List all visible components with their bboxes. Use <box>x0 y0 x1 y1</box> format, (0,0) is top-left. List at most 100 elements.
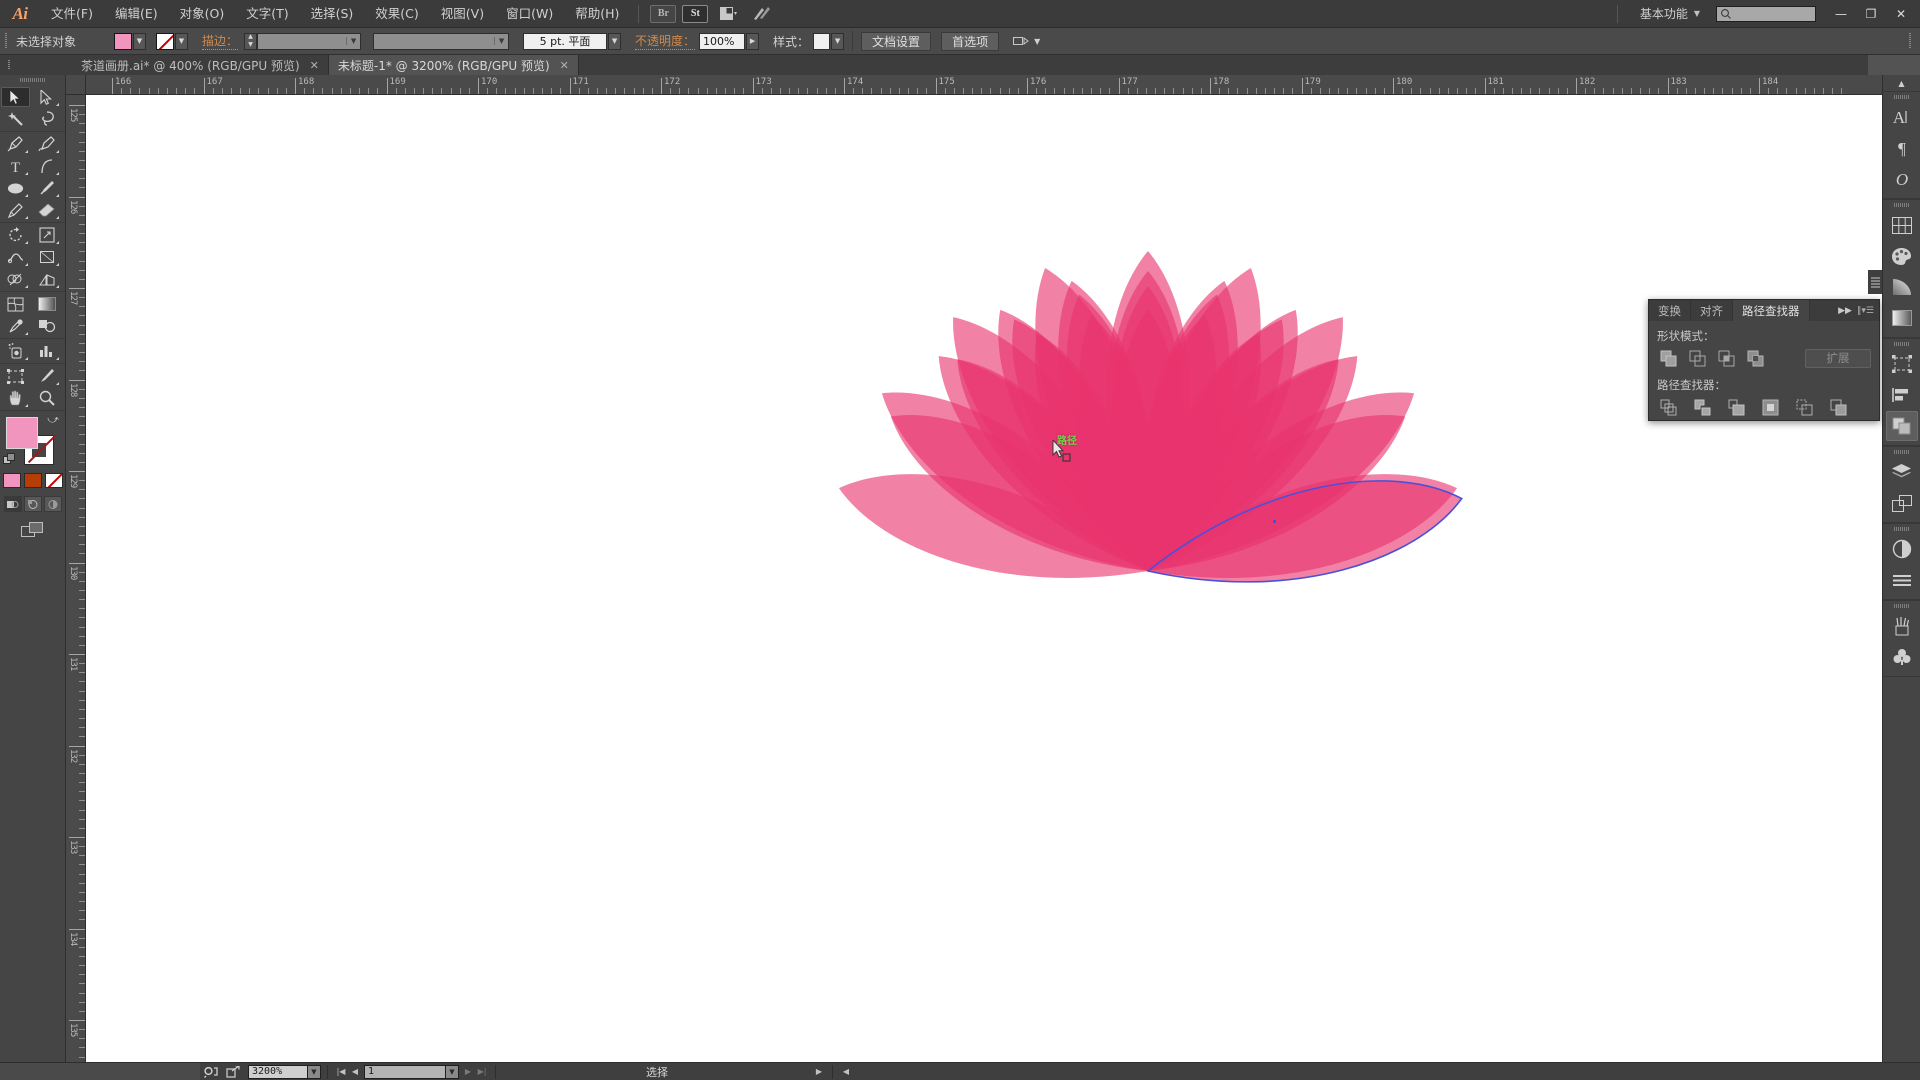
draw-inside-mode[interactable] <box>43 496 62 512</box>
menu-type[interactable]: 文字(T) <box>235 0 299 28</box>
document-tab-2-close-icon[interactable]: ✕ <box>560 59 569 72</box>
control-bar-grip[interactable] <box>0 28 12 55</box>
blend-tool[interactable] <box>32 316 61 336</box>
selection-tool[interactable] <box>1 87 30 107</box>
paintbrush-tool[interactable] <box>32 178 61 198</box>
menu-effect[interactable]: 效果(C) <box>364 0 429 28</box>
slice-tool[interactable] <box>32 366 61 386</box>
none-swatch[interactable] <box>44 473 63 488</box>
artboards-panel-icon[interactable] <box>1886 349 1918 379</box>
bridge-icon[interactable]: Br <box>650 4 677 23</box>
dock-group-grip[interactable] <box>1883 339 1920 348</box>
double-chevron-right-icon[interactable]: ▶▶ <box>1838 306 1852 316</box>
status-caret-icon[interactable]: ▶ <box>812 1063 826 1080</box>
workspace-selector[interactable]: 基本功能 <box>1626 5 1694 22</box>
paragraph-panel-icon[interactable]: ¶ <box>1886 133 1918 163</box>
gradient-tool[interactable] <box>32 294 61 314</box>
curvature-pen-tool[interactable] <box>32 134 61 154</box>
gradient-swatch[interactable] <box>23 473 42 488</box>
opacity-caret-icon[interactable]: ▶ <box>746 32 760 50</box>
style-swatch[interactable] <box>813 32 831 50</box>
mesh-tool[interactable] <box>1 294 30 314</box>
path-anchor-point[interactable] <box>1273 520 1276 523</box>
outline-button[interactable] <box>1793 396 1815 418</box>
preferences-button[interactable]: 首选项 <box>941 31 1000 51</box>
dock-group-grip[interactable] <box>1883 200 1920 209</box>
align-panel-icon[interactable] <box>1886 380 1918 410</box>
panel-menu-icon[interactable]: ‖▾☰ <box>1857 306 1874 316</box>
ellipse-tool[interactable] <box>1 178 30 198</box>
share-icon[interactable] <box>222 1063 244 1080</box>
opentype-panel-icon[interactable]: O <box>1886 164 1918 194</box>
expand-button[interactable]: 扩展 <box>1805 348 1871 368</box>
pen-tool[interactable] <box>1 134 30 154</box>
menu-window[interactable]: 窗口(W) <box>495 0 564 28</box>
zoom-level-input[interactable]: 3200% <box>248 1064 308 1079</box>
stroke-weight-stepper[interactable]: ▲ ▼ <box>244 32 258 50</box>
stroke-weight-caret-icon[interactable]: ▼ <box>346 37 360 45</box>
brushes-panel-icon[interactable] <box>1886 611 1918 641</box>
opacity-value[interactable]: 100% <box>699 32 746 50</box>
symbols-panel-icon[interactable] <box>1886 642 1918 672</box>
fill-color-caret-icon[interactable]: ▼ <box>133 32 146 50</box>
menu-view[interactable]: 视图(V) <box>430 0 495 28</box>
color-guide-panel-icon[interactable] <box>1886 272 1918 302</box>
zoom-tool[interactable] <box>32 388 61 408</box>
artwork-lotus-flower[interactable] <box>86 95 1902 1062</box>
scroll-left-button[interactable]: ◀ <box>839 1063 853 1080</box>
stroke-panel-icon[interactable] <box>1886 565 1918 595</box>
window-restore-button[interactable]: ❐ <box>1856 3 1886 25</box>
zoom-level-caret-icon[interactable]: ▼ <box>308 1064 321 1079</box>
stroke-color-caret-icon[interactable]: ▼ <box>175 32 188 50</box>
document-tab-1[interactable]: 茶道画册.ai* @ 400% (RGB/GPU 预览) ✕ <box>72 55 329 75</box>
first-page-button[interactable]: |◀ <box>334 1063 348 1080</box>
scale-tool[interactable] <box>32 225 61 245</box>
artboard-tool[interactable] <box>1 366 30 386</box>
layers-panel-icon[interactable] <box>1886 457 1918 487</box>
stroke-profile-combo[interactable]: ▼ <box>373 32 510 50</box>
stroke-style-value[interactable]: 5 pt. 平面 <box>523 32 608 50</box>
canvas-area[interactable]: 路径 <box>86 95 1902 1062</box>
tab-pathfinder[interactable]: 路径查找器 <box>1733 300 1810 321</box>
ruler-corner[interactable] <box>66 75 86 95</box>
menu-select[interactable]: 选择(S) <box>300 0 365 28</box>
color-swatch[interactable] <box>2 473 21 488</box>
horizontal-ruler[interactable]: 166 167 168 169 170 171 172 173 174 175 176 177 178 1… <box>86 75 1920 95</box>
dock-group-grip[interactable] <box>1883 601 1920 610</box>
minus-front-button[interactable] <box>1686 347 1708 369</box>
eraser-tool[interactable] <box>32 200 61 220</box>
perspective-grid-tool[interactable] <box>32 269 61 289</box>
dock-collapse-icon[interactable]: ▲ <box>1883 75 1920 91</box>
swatches-panel-icon[interactable] <box>1886 210 1918 240</box>
divide-button[interactable] <box>1657 396 1679 418</box>
stock-icon[interactable]: St <box>682 4 709 23</box>
search-input[interactable] <box>1716 5 1816 22</box>
dock-group-grip[interactable] <box>1883 524 1920 533</box>
default-fill-stroke-icon[interactable] <box>3 451 16 470</box>
document-setup-button[interactable]: 文档设置 <box>861 31 932 51</box>
lasso-tool[interactable] <box>32 109 61 129</box>
draw-normal-mode[interactable] <box>3 496 22 512</box>
dock-group-grip[interactable] <box>1883 447 1920 456</box>
stroke-style-caret-icon[interactable]: ▼ <box>608 32 622 50</box>
tab-align[interactable]: 对齐 <box>1691 300 1733 321</box>
vertical-ruler[interactable]: 125 126 127 128 129 130 131 132 133 134 135 <box>66 95 86 1062</box>
stroke-color-swatch[interactable] <box>156 32 174 50</box>
free-transform-tool[interactable] <box>32 247 61 267</box>
width-tool[interactable] <box>1 247 30 267</box>
fill-color-box[interactable] <box>6 417 38 449</box>
minus-back-button[interactable] <box>1827 396 1849 418</box>
column-graph-tool[interactable] <box>32 341 61 361</box>
dock-expand-handle[interactable] <box>1868 270 1882 294</box>
pencil-tool[interactable] <box>1 200 30 220</box>
rotate-tool[interactable] <box>1 225 30 245</box>
artboard2-panel-icon[interactable] <box>1886 488 1918 518</box>
next-page-button[interactable]: ▶ <box>461 1063 475 1080</box>
direct-selection-tool[interactable] <box>32 87 61 107</box>
transparency-panel-icon[interactable] <box>1886 534 1918 564</box>
draw-behind-mode[interactable] <box>23 496 42 512</box>
menu-object[interactable]: 对象(O) <box>169 0 236 28</box>
trim-button[interactable] <box>1691 396 1713 418</box>
exclude-button[interactable] <box>1744 347 1766 369</box>
stroke-profile-caret-icon[interactable]: ▼ <box>494 37 508 45</box>
